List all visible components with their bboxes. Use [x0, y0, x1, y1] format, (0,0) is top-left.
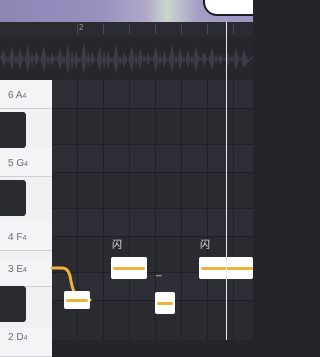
note-lyric[interactable]: 闪 [112, 236, 122, 251]
note-block[interactable] [155, 292, 175, 314]
pitch-curve [50, 266, 92, 302]
playhead[interactable] [226, 22, 227, 340]
note-block[interactable] [64, 291, 90, 309]
note-block[interactable] [111, 257, 147, 279]
note-lyric[interactable]: 闪 [200, 236, 210, 251]
note-lyric[interactable]: _ [156, 266, 162, 277]
